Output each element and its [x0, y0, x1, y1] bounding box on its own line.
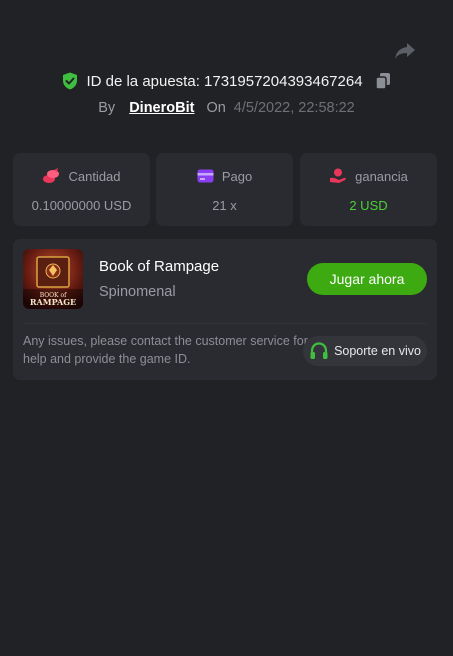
stat-payout-value: 21 x [212, 198, 237, 213]
stat-amount: Cantidad 0.10000000 USD [13, 153, 150, 226]
by-label: By [98, 100, 116, 116]
stat-amount-label: Cantidad [68, 168, 121, 184]
coins-icon [43, 168, 60, 183]
shield-check-icon [63, 72, 78, 90]
live-support-label: Soporte en vivo [334, 344, 421, 358]
author-row: By DineroBit On 4/5/2022, 22:58:22 [0, 97, 453, 119]
help-text: Any issues, please contact the customer … [23, 334, 308, 366]
game-title[interactable]: Book of Rampage [99, 258, 219, 275]
thumb-text-bottom: RAMPAGE [30, 297, 76, 307]
game-provider: Spinomenal [99, 284, 176, 300]
bet-id-row: ID de la apuesta: 1731957204393467264 [0, 70, 453, 92]
share-icon[interactable] [392, 40, 418, 62]
divider [23, 323, 427, 324]
copy-icon[interactable] [374, 72, 391, 90]
card-icon [197, 169, 214, 183]
stat-profit-value: 2 USD [349, 198, 388, 213]
headset-icon [310, 342, 328, 359]
stat-profit-label: ganancia [355, 168, 408, 184]
stat-payout: Pago 21 x [156, 153, 293, 226]
play-now-button[interactable]: Jugar ahora [307, 263, 427, 295]
bet-id: ID de la apuesta: 1731957204393467264 [86, 72, 363, 90]
stat-amount-value: 0.10000000 USD [31, 198, 132, 213]
live-support-button[interactable]: Soporte en vivo [303, 336, 427, 366]
game-thumbnail[interactable]: BOOK of RAMPAGE [23, 249, 83, 309]
game-card: BOOK of RAMPAGE Book of Rampage Spinomen… [13, 239, 437, 380]
bet-date: 4/5/2022, 22:58:22 [233, 100, 355, 116]
username-link[interactable]: DineroBit [129, 100, 194, 116]
on-label: On [206, 100, 226, 116]
hand-coin-icon [330, 168, 346, 183]
stat-profit: ganancia 2 USD [300, 153, 437, 226]
stat-payout-label: Pago [221, 168, 253, 184]
stats-row: Cantidad 0.10000000 USD Pago 21 x gananc… [13, 153, 437, 226]
